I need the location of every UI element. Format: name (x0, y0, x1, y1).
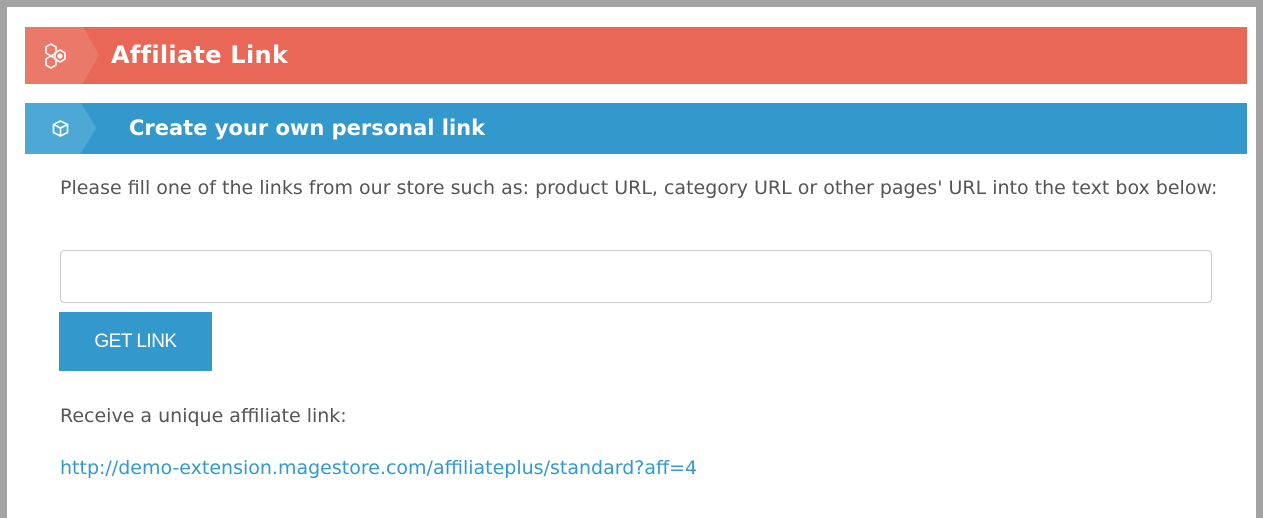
header-chevron (83, 27, 99, 83)
create-link-section-header: Create your own personal link (25, 103, 1247, 154)
affiliate-link-header: Affiliate Link (25, 27, 1247, 84)
section-chevron (81, 103, 96, 153)
section-title: Create your own personal link (129, 116, 486, 140)
instructions-text: Please fill one of the links from our st… (60, 177, 1218, 199)
header-icon-box (25, 27, 83, 84)
section-icon-box (25, 103, 81, 154)
receive-link-label: Receive a unique affiliate link: (60, 405, 347, 427)
cube-icon (52, 120, 69, 137)
hexagon-cluster-icon (45, 43, 66, 69)
get-link-button[interactable]: GET LINK (59, 312, 212, 371)
panel-title: Affiliate Link (111, 41, 289, 69)
affiliate-url-link[interactable]: http://demo-extension.magestore.com/affi… (60, 452, 697, 485)
url-input[interactable] (60, 250, 1212, 303)
